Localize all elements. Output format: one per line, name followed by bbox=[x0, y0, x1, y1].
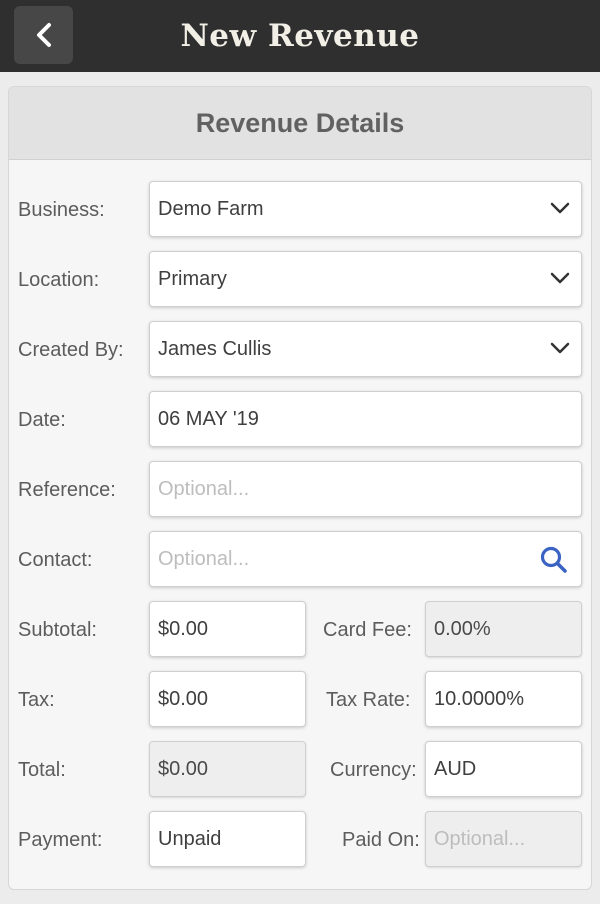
search-icon[interactable] bbox=[539, 545, 569, 575]
business-select[interactable]: Demo Farm bbox=[149, 181, 582, 237]
business-label: Business: bbox=[18, 199, 105, 221]
chevron-left-icon bbox=[36, 23, 51, 47]
paid-on-label: Paid On: bbox=[342, 829, 420, 851]
date-field[interactable]: 06 MAY '19 bbox=[149, 391, 582, 447]
business-value: Demo Farm bbox=[158, 197, 264, 220]
paid-on-field[interactable]: Optional... bbox=[425, 811, 582, 867]
card-fee-value: 0.00% bbox=[434, 617, 491, 640]
currency-value: AUD bbox=[434, 757, 477, 780]
tax-rate-label: Tax Rate: bbox=[326, 689, 411, 711]
reference-placeholder: Optional... bbox=[158, 477, 250, 500]
tax-input[interactable]: $0.00 bbox=[149, 671, 306, 727]
reference-input[interactable]: Optional... bbox=[149, 461, 582, 517]
card-title: Revenue Details bbox=[9, 87, 591, 160]
tax-value: $0.00 bbox=[158, 687, 209, 710]
created-by-select[interactable]: James Cullis bbox=[149, 321, 582, 377]
currency-label: Currency: bbox=[330, 759, 417, 781]
tax-rate-input[interactable]: 10.0000% bbox=[425, 671, 582, 727]
location-label: Location: bbox=[18, 269, 100, 291]
payment-label: Payment: bbox=[18, 829, 103, 851]
tax-rate-value: 10.0000% bbox=[434, 687, 525, 710]
payment-value: Unpaid bbox=[158, 827, 222, 850]
contact-label: Contact: bbox=[18, 549, 93, 571]
paid-on-placeholder: Optional... bbox=[434, 827, 526, 850]
back-button[interactable] bbox=[14, 6, 73, 64]
chevron-down-icon bbox=[550, 202, 570, 214]
date-value: 06 MAY '19 bbox=[158, 407, 259, 430]
currency-input[interactable]: AUD bbox=[425, 741, 582, 797]
subtotal-input[interactable]: $0.00 bbox=[149, 601, 306, 657]
created-by-label: Created By: bbox=[18, 339, 124, 361]
created-by-value: James Cullis bbox=[158, 337, 272, 360]
total-label: Total: bbox=[18, 759, 66, 781]
chevron-down-icon bbox=[550, 272, 570, 284]
contact-input[interactable]: Optional... bbox=[149, 531, 582, 587]
contact-placeholder: Optional... bbox=[158, 547, 250, 570]
card-fee-field: 0.00% bbox=[425, 601, 582, 657]
tax-label: Tax: bbox=[18, 689, 55, 711]
chevron-down-icon bbox=[550, 342, 570, 354]
subtotal-label: Subtotal: bbox=[18, 619, 97, 641]
location-select[interactable]: Primary bbox=[149, 251, 582, 307]
subtotal-value: $0.00 bbox=[158, 617, 209, 640]
location-value: Primary bbox=[158, 267, 227, 290]
revenue-details-card: Revenue Details Business: Demo Farm Loca… bbox=[8, 86, 592, 890]
total-value: $0.00 bbox=[158, 757, 209, 780]
payment-select[interactable]: Unpaid bbox=[149, 811, 306, 867]
total-field: $0.00 bbox=[149, 741, 306, 797]
card-fee-label: Card Fee: bbox=[323, 619, 412, 641]
reference-label: Reference: bbox=[18, 479, 116, 501]
top-app-bar: New Revenue bbox=[0, 0, 600, 72]
page-title: New Revenue bbox=[180, 18, 420, 54]
date-label: Date: bbox=[18, 409, 66, 431]
